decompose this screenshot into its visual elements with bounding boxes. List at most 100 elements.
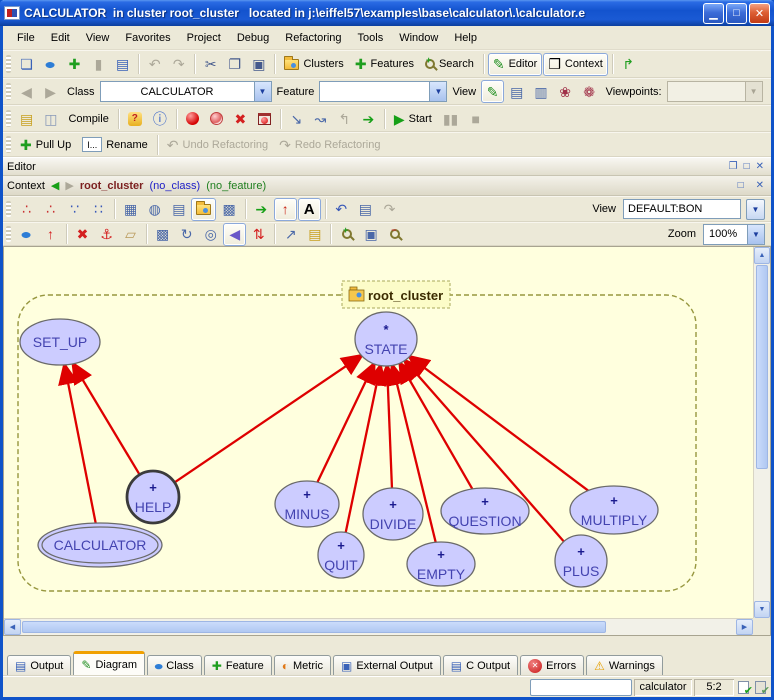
- diagram-view-dropdown-icon[interactable]: ▼: [746, 199, 765, 220]
- view-ancestors-button[interactable]: ❀: [554, 80, 577, 103]
- zoom-in-button[interactable]: +: [335, 223, 358, 246]
- menu-tools[interactable]: Tools: [350, 29, 392, 47]
- info-button[interactable]: ⓘ: [148, 107, 172, 130]
- class-node-help[interactable]: +HELP: [127, 471, 179, 523]
- link-direction-button[interactable]: ◀: [223, 223, 246, 246]
- redo-button[interactable]: ↷: [167, 53, 190, 76]
- history-back-button[interactable]: ◀: [15, 80, 38, 103]
- new-class-button[interactable]: ●: [39, 53, 62, 76]
- class-node-set_up[interactable]: SET_UP: [20, 319, 100, 365]
- feature-combobox-arrow-icon[interactable]: ▼: [429, 82, 446, 101]
- disable-breakpoints-button[interactable]: [205, 107, 228, 130]
- menu-favorites[interactable]: Favorites: [117, 29, 178, 47]
- eraser-button[interactable]: ▱: [119, 223, 142, 246]
- toolbar-grip[interactable]: [6, 136, 11, 152]
- clusters-button[interactable]: Clusters: [279, 53, 348, 76]
- inheritance-edge-multiply-to-state[interactable]: [409, 357, 588, 491]
- class-view-button[interactable]: ▩: [217, 198, 240, 221]
- class-node-divide[interactable]: +DIVIDE: [363, 488, 423, 540]
- toolbar-grip[interactable]: [6, 110, 11, 128]
- view-text-button[interactable]: ▥: [529, 80, 552, 103]
- save-button[interactable]: ▮: [87, 53, 110, 76]
- zoom-out-button[interactable]: −: [384, 223, 407, 246]
- paste-button[interactable]: ▣: [247, 53, 270, 76]
- editor-toggle-button[interactable]: ✎Editor: [488, 53, 542, 76]
- text-labels-button[interactable]: A: [298, 198, 321, 221]
- tab-metric[interactable]: ◐Metric: [274, 655, 331, 675]
- client-links-button[interactable]: ∷: [87, 198, 110, 221]
- inheritance-edge-help-to-state[interactable]: [175, 356, 362, 483]
- step-into-button[interactable]: ↘: [285, 107, 308, 130]
- diagram-canvas[interactable]: root_clusterSET_UP*STATE+HELPCALCULATOR+…: [3, 246, 771, 636]
- vertical-scrollbar[interactable]: ▲ ▼: [753, 247, 770, 618]
- inheritance-edge-calculator-to-set_up[interactable]: [65, 365, 96, 523]
- run-to-cursor-button[interactable]: ➔: [357, 107, 380, 130]
- maximize-button[interactable]: □: [726, 3, 747, 24]
- menu-file[interactable]: File: [9, 29, 43, 47]
- tab-external-output[interactable]: ▣External Output: [333, 655, 441, 675]
- new-feature-button[interactable]: ✚: [63, 53, 86, 76]
- toolbar-grip[interactable]: [6, 83, 11, 101]
- cluster-label[interactable]: root_cluster: [342, 281, 450, 308]
- pane-close-icon[interactable]: ✕: [753, 180, 767, 191]
- menu-window[interactable]: Window: [391, 29, 446, 47]
- scroll-up-icon[interactable]: ▲: [754, 247, 770, 264]
- minimize-button[interactable]: ▁: [703, 3, 724, 24]
- stop-button[interactable]: ■: [464, 107, 487, 130]
- diagram-history-button[interactable]: ▤: [354, 198, 377, 221]
- scroll-right-icon[interactable]: ▶: [736, 619, 753, 635]
- add-note-button[interactable]: ▤: [303, 223, 326, 246]
- sort-button[interactable]: ⇅: [247, 223, 270, 246]
- delete-item-button[interactable]: ✖: [71, 223, 94, 246]
- horizontal-scrollbar[interactable]: ◀ ▶: [4, 618, 753, 635]
- color-settings-button[interactable]: ▩: [151, 223, 174, 246]
- toolbar-grip[interactable]: [6, 55, 11, 73]
- undo-button[interactable]: ↶: [143, 53, 166, 76]
- class-combobox-arrow-icon[interactable]: ▼: [254, 82, 271, 101]
- tab-feature[interactable]: ✚Feature: [204, 655, 272, 675]
- new-inheritance-link-button[interactable]: ↑: [39, 223, 62, 246]
- menu-debug[interactable]: Debug: [229, 29, 277, 47]
- force-layout-button[interactable]: ◎: [199, 223, 222, 246]
- tab-diagram[interactable]: ✎Diagram: [73, 651, 145, 675]
- toolbar-grip[interactable]: [6, 226, 11, 241]
- inheritance-edge-minus-to-state[interactable]: [317, 364, 374, 482]
- rename-button[interactable]: I...Rename: [77, 133, 153, 156]
- scroll-down-icon[interactable]: ▼: [754, 601, 770, 618]
- melt-button[interactable]: ◫: [39, 107, 62, 130]
- zoom-combobox[interactable]: 100% ▼: [703, 224, 765, 245]
- horizontal-scroll-thumb[interactable]: [22, 621, 606, 633]
- add-link-button[interactable]: ↗: [279, 223, 302, 246]
- view-flat-button[interactable]: ▤: [505, 80, 528, 103]
- diagram-redo-button[interactable]: ↷: [378, 198, 401, 221]
- rotate-button[interactable]: ↻: [175, 223, 198, 246]
- viewpoints-combobox[interactable]: ▼: [667, 81, 763, 102]
- compile-button[interactable]: Compile: [63, 107, 113, 130]
- class-node-empty[interactable]: +EMPTY: [407, 542, 475, 586]
- cluster-view-button[interactable]: [191, 198, 216, 221]
- start-button[interactable]: ▶Start: [389, 107, 437, 130]
- class-node-quit[interactable]: +QUIT: [318, 532, 364, 578]
- scroll-left-icon[interactable]: ◀: [4, 619, 21, 635]
- class-combobox[interactable]: CALCULATOR ▼: [100, 81, 272, 102]
- feature-combobox[interactable]: ▼: [319, 81, 447, 102]
- export-image-button[interactable]: ▦: [119, 198, 142, 221]
- cut-button[interactable]: ✂: [199, 53, 222, 76]
- wizard-button[interactable]: ?: [123, 107, 147, 130]
- class-node-plus[interactable]: +PLUS: [555, 535, 607, 587]
- view-editor-button[interactable]: ✎: [481, 80, 504, 103]
- menu-view[interactable]: View: [78, 29, 118, 47]
- vertical-scroll-thumb[interactable]: [756, 265, 768, 469]
- new-window-button[interactable]: ❏: [15, 53, 38, 76]
- inheritance-mode-button[interactable]: ↑: [274, 198, 297, 221]
- status-input[interactable]: [530, 679, 632, 696]
- center-diagram-button[interactable]: ➔: [250, 198, 273, 221]
- enable-breakpoints-button[interactable]: [181, 107, 204, 130]
- view-descendants-button[interactable]: ❁: [578, 80, 601, 103]
- tab-errors[interactable]: ✕Errors: [520, 655, 584, 675]
- toolbar-grip[interactable]: [6, 201, 11, 218]
- remove-breakpoints-button[interactable]: ✖: [229, 107, 252, 130]
- tab-warnings[interactable]: ⚠Warnings: [586, 655, 663, 675]
- fit-to-window-button[interactable]: ▣: [359, 223, 382, 246]
- context-forward-icon[interactable]: ▶: [65, 179, 73, 192]
